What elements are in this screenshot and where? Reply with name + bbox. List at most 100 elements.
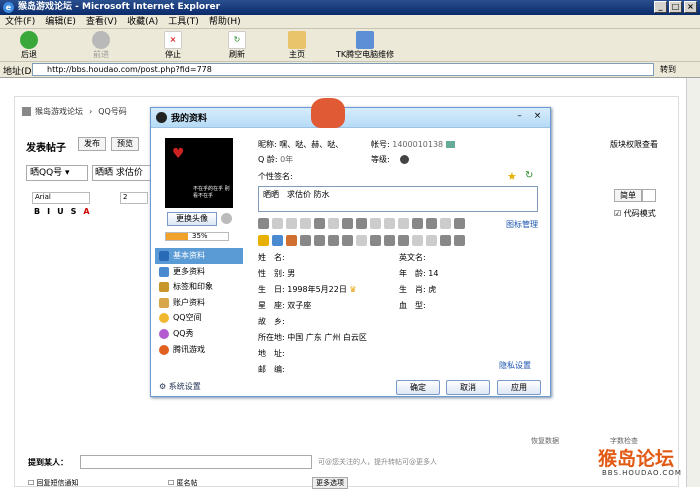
menu-view[interactable]: 查看(V) xyxy=(81,15,122,29)
badge-icon[interactable] xyxy=(412,218,423,229)
field-blood: 血 型: xyxy=(399,301,426,310)
size-select[interactable]: 2 xyxy=(120,192,148,204)
back-button[interactable]: 后退 xyxy=(20,31,38,60)
publish-button[interactable]: 发布 xyxy=(78,137,106,151)
side-account[interactable]: 账户资料 xyxy=(155,295,243,311)
badge-icon[interactable] xyxy=(328,218,339,229)
menu-edit[interactable]: 编辑(E) xyxy=(40,15,81,29)
title-input[interactable]: 晒晒 求估价 xyxy=(92,165,152,181)
badge-icon[interactable] xyxy=(286,218,297,229)
dialog-minimize-button[interactable]: – xyxy=(513,111,526,123)
forward-button[interactable]: 前进 xyxy=(92,31,110,60)
badge-icon[interactable] xyxy=(272,235,283,246)
badge-icon[interactable] xyxy=(272,218,283,229)
field-en-name: 英文名: xyxy=(399,253,426,262)
level-icon xyxy=(400,155,410,164)
fullscreen-icon[interactable] xyxy=(642,189,656,202)
badge-icon[interactable] xyxy=(412,235,423,246)
privacy-link[interactable]: 隐私设置 xyxy=(499,360,531,371)
vertical-scrollbar[interactable] xyxy=(686,78,700,487)
refresh-sig-icon[interactable]: ↻ xyxy=(525,170,533,181)
badge-icon[interactable] xyxy=(440,235,451,246)
address-bar: 地址(D) http://bbs.houdao.com/post.php?fid… xyxy=(0,62,700,78)
close-button[interactable]: × xyxy=(684,1,697,13)
badge-icon[interactable] xyxy=(454,235,465,246)
icon-mgmt-link[interactable]: 图标管理 xyxy=(506,219,538,230)
progress-text: 35% xyxy=(192,232,208,240)
badge-icon[interactable] xyxy=(384,218,395,229)
refresh-button[interactable]: ↻ 刷新 xyxy=(228,31,246,60)
go-button[interactable]: 转到 xyxy=(660,63,676,76)
badge-icon[interactable] xyxy=(398,218,409,229)
badge-icon[interactable] xyxy=(258,235,269,246)
recover-link[interactable]: 恢复数据 xyxy=(531,436,559,446)
topic-select[interactable]: 晒QQ号 ▾ xyxy=(26,165,88,181)
menu-tools[interactable]: 工具(T) xyxy=(163,15,204,29)
menu-file[interactable]: 文件(F) xyxy=(0,15,40,29)
preview-button[interactable]: 预览 xyxy=(111,137,139,151)
badge-icon[interactable] xyxy=(342,218,353,229)
side-qzone[interactable]: QQ空间 xyxy=(155,310,243,326)
side-tags[interactable]: 标签和印象 xyxy=(155,279,243,295)
stop-button[interactable]: × 停止 xyxy=(164,31,182,60)
badge-icon[interactable] xyxy=(258,218,269,229)
badge-icon[interactable] xyxy=(314,218,325,229)
menu-favorites[interactable]: 收藏(A) xyxy=(122,15,163,29)
mention-input[interactable] xyxy=(80,455,312,469)
badge-icon[interactable] xyxy=(426,235,437,246)
badge-icon[interactable] xyxy=(300,218,311,229)
system-settings-link[interactable]: ⚙ 系统设置 xyxy=(159,381,201,392)
signature-label: 个性签名: xyxy=(258,172,293,181)
badge-icon[interactable] xyxy=(370,235,381,246)
format-buttons[interactable]: BIUSA xyxy=(34,207,97,216)
badge-icon[interactable] xyxy=(286,235,297,246)
progress-fill xyxy=(166,233,188,240)
side-qqshow[interactable]: QQ秀 xyxy=(155,326,243,342)
minimize-button[interactable]: _ xyxy=(654,1,667,13)
badge-icon[interactable] xyxy=(398,235,409,246)
apply-button[interactable]: 应用 xyxy=(497,380,541,395)
avatar: ♥ 不在乎的在乎 别看不在乎 xyxy=(165,138,233,208)
badge-icon[interactable] xyxy=(342,235,353,246)
address-input[interactable]: http://bbs.houdao.com/post.php?fid=778 xyxy=(32,63,654,76)
signature-input[interactable]: 晒晒 求估价 防水 xyxy=(258,186,538,212)
heart-icon: ♥ xyxy=(172,146,185,162)
badge-icon[interactable] xyxy=(328,235,339,246)
code-mode-checkbox[interactable]: ☑ 代码模式 xyxy=(614,208,656,219)
simple-mode-button[interactable]: 简单 xyxy=(614,189,642,202)
badge-icon[interactable] xyxy=(356,218,367,229)
game-icon xyxy=(159,344,169,355)
badge-icon[interactable] xyxy=(454,218,465,229)
font-select[interactable]: Arial xyxy=(32,192,90,204)
maximize-button[interactable]: □ xyxy=(669,1,682,13)
menu-help[interactable]: 帮助(H) xyxy=(204,15,246,29)
more-options-button[interactable]: 更多选项 xyxy=(312,477,348,489)
badge-icon[interactable] xyxy=(426,218,437,229)
star-icon xyxy=(159,313,169,324)
field-location: 所在地: 中国 广东 广州 白云区 xyxy=(258,333,367,342)
mention-label: 提到某人： xyxy=(28,458,68,467)
side-more[interactable]: 更多资料 xyxy=(155,264,243,280)
camera-icon[interactable] xyxy=(221,213,232,224)
badge-icon[interactable] xyxy=(384,235,395,246)
crumb-site[interactable]: 猴岛游戏论坛 xyxy=(35,107,83,116)
side-basic[interactable]: 基本资料 xyxy=(155,248,243,264)
copy-icon[interactable] xyxy=(445,141,455,148)
ok-button[interactable]: 确定 xyxy=(396,380,440,395)
cancel-button[interactable]: 取消 xyxy=(446,380,490,395)
side-games[interactable]: 腾讯游戏 xyxy=(155,342,243,358)
badge-icon[interactable] xyxy=(314,235,325,246)
tk-link-button[interactable]: TK腾空电脑维修 xyxy=(336,31,394,60)
badge-icon[interactable] xyxy=(356,235,367,246)
change-avatar-button[interactable]: 更换头像 xyxy=(167,212,217,226)
crumb-qq[interactable]: QQ号码 xyxy=(98,107,127,116)
badge-icon[interactable] xyxy=(440,218,451,229)
home-button[interactable]: 主页 xyxy=(288,31,306,60)
dialog-close-button[interactable]: × xyxy=(531,111,544,123)
post-title: 发表帖子 xyxy=(26,143,66,154)
favorite-star-icon[interactable]: ★ xyxy=(507,170,517,183)
dialog-title: 我的资料 xyxy=(171,114,208,124)
perm-link[interactable]: 版块权限查看 xyxy=(610,139,658,150)
badge-icon[interactable] xyxy=(370,218,381,229)
badge-icon[interactable] xyxy=(300,235,311,246)
